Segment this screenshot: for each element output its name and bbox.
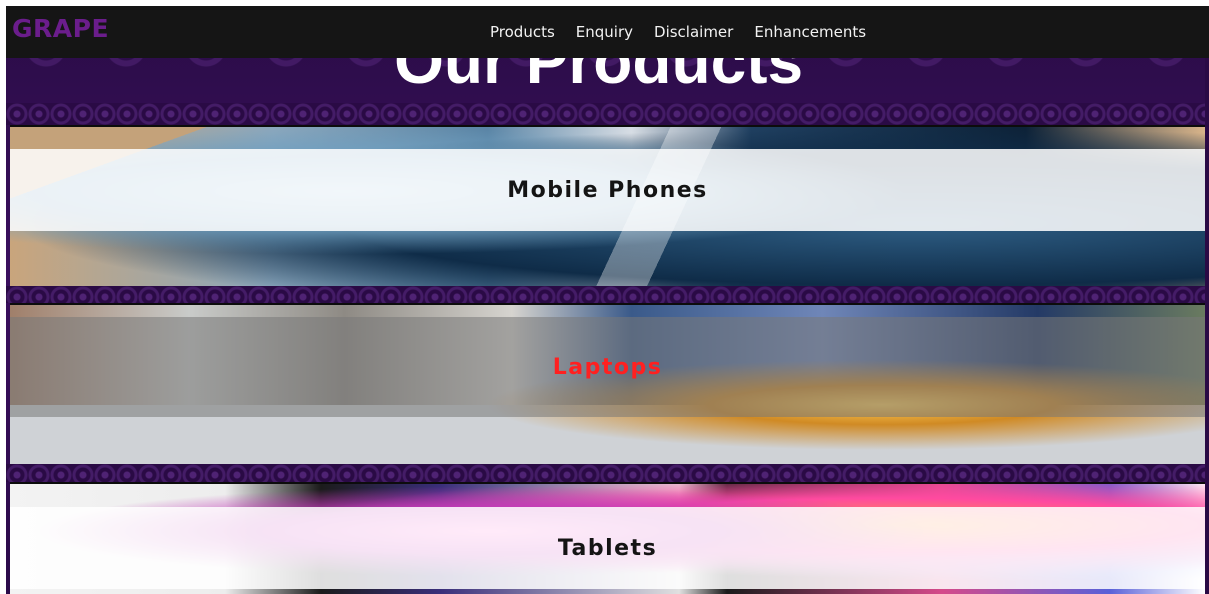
- card-label-band: Tablets: [10, 507, 1205, 589]
- decorative-strip: [6, 286, 1209, 303]
- card-label-tablets: Tablets: [557, 535, 658, 561]
- product-card-mobile-phones[interactable]: Mobile Phones: [10, 125, 1205, 290]
- nav-link-products[interactable]: Products: [490, 23, 555, 41]
- nav-link-disclaimer[interactable]: Disclaimer: [654, 23, 733, 41]
- decorative-strip: [6, 103, 1209, 125]
- top-navbar: GRAPE Products Enquiry Disclaimer Enhanc…: [6, 6, 1209, 58]
- card-label-mobile-phones: Mobile Phones: [507, 177, 708, 203]
- card-label-band: Laptops: [10, 317, 1205, 417]
- nav-links: Products Enquiry Disclaimer Enhancements: [490, 23, 866, 41]
- card-label-laptops: Laptops: [552, 354, 663, 380]
- page-frame: GRAPE Products Enquiry Disclaimer Enhanc…: [6, 6, 1209, 594]
- decorative-strip: [6, 464, 1209, 482]
- nav-link-enquiry[interactable]: Enquiry: [576, 23, 633, 41]
- brand-logo[interactable]: GRAPE: [12, 14, 109, 43]
- product-card-laptops[interactable]: Laptops: [10, 303, 1205, 468]
- card-label-band: Mobile Phones: [10, 149, 1205, 231]
- nav-link-enhancements[interactable]: Enhancements: [754, 23, 866, 41]
- product-card-tablets[interactable]: Tablets: [10, 482, 1205, 594]
